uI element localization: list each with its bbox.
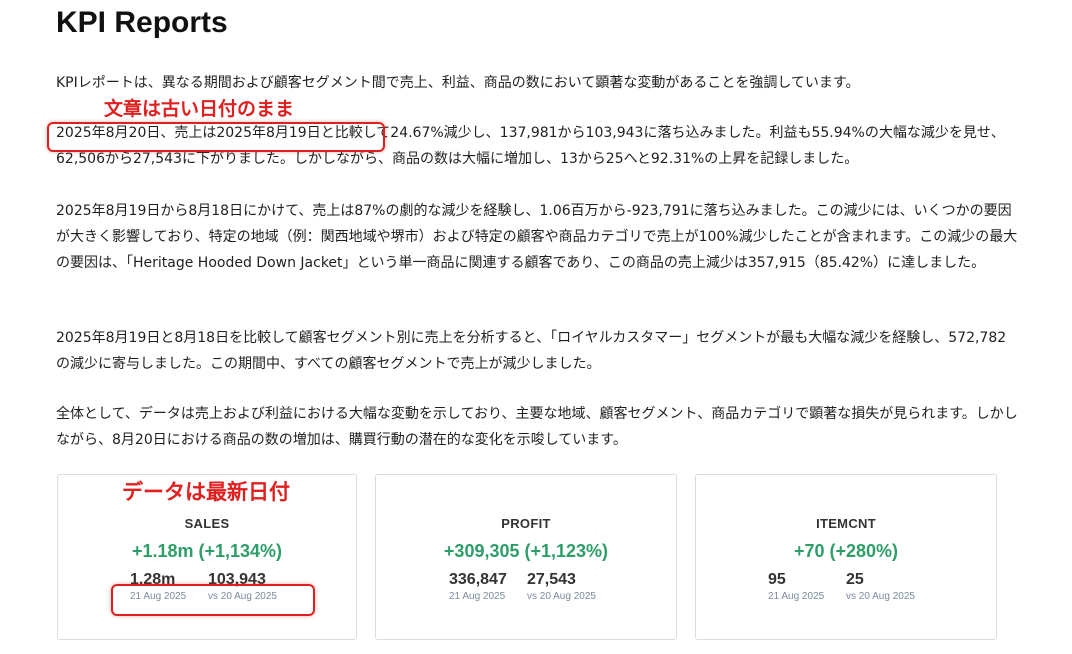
kpi-previous-value: 27,543 (527, 571, 576, 588)
kpi-previous-date: vs 20 Aug 2025 (846, 591, 915, 602)
kpi-current-value: 95 (768, 571, 786, 588)
report-paragraph-segments: 2025年8月19日と8月18日を比較して顧客セグメント別に売上を分析すると、「… (56, 330, 1007, 372)
kpi-change: +1.18m (+1,134%) (131, 541, 283, 561)
kpi-change: +70 (+280%) (793, 541, 899, 561)
report-paragraph-summary: 全体として、データは売上および利益における大幅な変動を示しており、主要な地域、顧… (56, 406, 1018, 448)
kpi-card-profit: PROFIT +309,305 (+1,123%) 336,847 21 Aug… (375, 474, 677, 640)
kpi-current-date: 21 Aug 2025 (768, 591, 825, 602)
kpi-current-value: 336,847 (449, 571, 507, 588)
annotation-text-old-date: 文章は古い日付のまま (104, 98, 295, 120)
report-paragraph-sales-drop: 2025年8月19日から8月18日にかけて、売上は87%の劇的な減少を経験し、1… (56, 203, 1018, 271)
kpi-metric-label: SALES (184, 516, 230, 531)
kpi-metric-label: PROFIT (501, 516, 551, 531)
report-paragraph-intro: KPIレポートは、異なる期間および顧客セグメント間で売上、利益、商品の数において… (56, 75, 860, 91)
kpi-card-itemcnt: ITEMCNT +70 (+280%) 95 21 Aug 2025 25 vs… (695, 474, 997, 640)
kpi-previous-date: vs 20 Aug 2025 (527, 591, 596, 602)
kpi-metric-label: ITEMCNT (816, 516, 876, 531)
annotation-highlight-data-date (111, 584, 315, 616)
kpi-change: +309,305 (+1,123%) (443, 541, 609, 561)
annotation-highlight-text-date (47, 122, 385, 152)
annotation-data-latest-date: データは最新日付 (122, 480, 290, 504)
kpi-previous-value: 25 (846, 571, 864, 588)
kpi-current-date: 21 Aug 2025 (449, 591, 506, 602)
page-title: KPI Reports (56, 6, 228, 39)
